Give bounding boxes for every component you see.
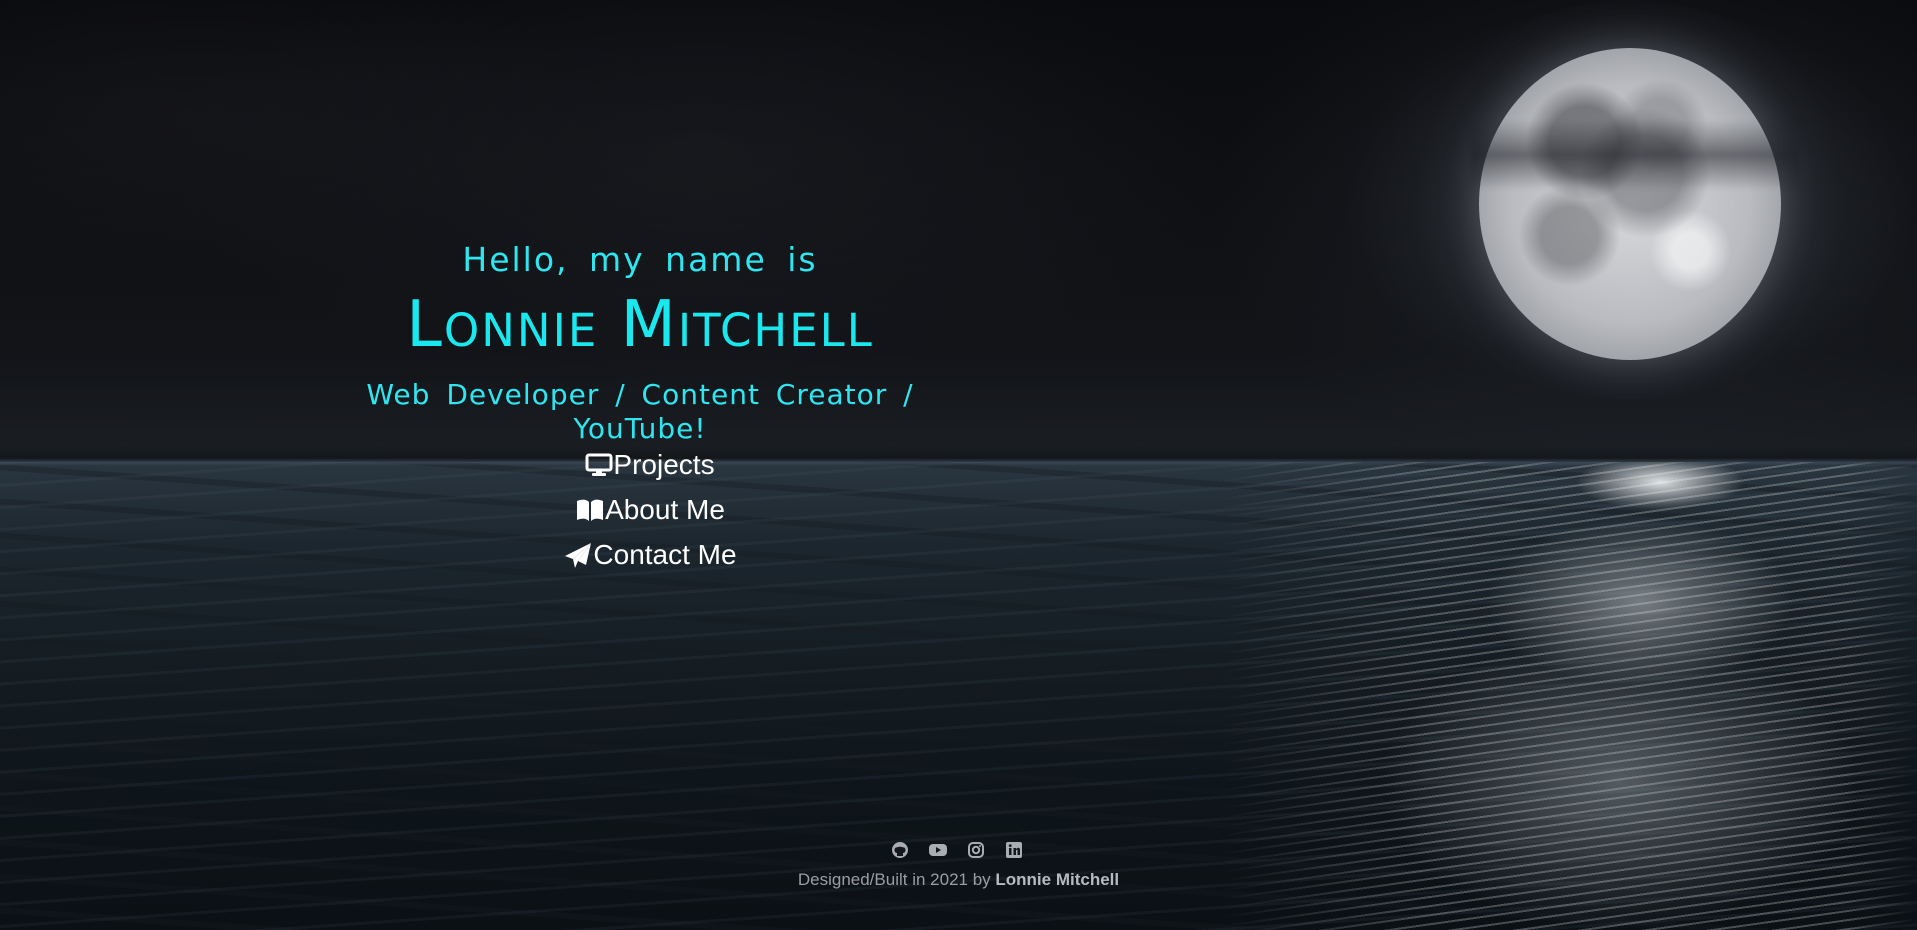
book-open-icon bbox=[575, 497, 605, 523]
linkedin-icon bbox=[1005, 841, 1023, 864]
instagram-link[interactable] bbox=[966, 841, 986, 864]
moon-image bbox=[1479, 48, 1781, 360]
nav-about-link[interactable]: About Me bbox=[575, 487, 725, 532]
background-scene: Hello, my name is Lonnie Mitchell Web De… bbox=[0, 0, 1917, 930]
footer-credit-name: Lonnie Mitchell bbox=[995, 870, 1120, 889]
nav-contact-label: Contact Me bbox=[593, 538, 737, 570]
hero-section: Hello, my name is Lonnie Mitchell Web De… bbox=[300, 240, 980, 446]
hero-name: Lonnie Mitchell bbox=[406, 288, 874, 362]
nav-contact-link[interactable]: Contact Me bbox=[563, 532, 737, 577]
hero-tagline: Web Developer / Content Creator / YouTub… bbox=[366, 378, 914, 445]
paper-plane-icon bbox=[563, 541, 593, 569]
hero-greeting: Hello, my name is bbox=[462, 240, 818, 279]
linkedin-link[interactable] bbox=[1004, 841, 1024, 864]
page-footer: Designed/Built in 2021 by Lonnie Mitchel… bbox=[0, 838, 1917, 890]
nav-about-label: About Me bbox=[605, 493, 725, 525]
github-icon bbox=[891, 841, 909, 864]
youtube-icon bbox=[928, 842, 948, 863]
social-links bbox=[0, 838, 1917, 866]
youtube-link[interactable] bbox=[928, 842, 948, 862]
footer-credit: Designed/Built in 2021 by Lonnie Mitchel… bbox=[0, 870, 1917, 890]
monitor-icon bbox=[585, 452, 613, 478]
main-nav: Projects About Me Contact Me bbox=[440, 442, 860, 577]
nav-projects-link[interactable]: Projects bbox=[585, 442, 715, 487]
footer-credit-prefix: Designed/Built in 2021 by bbox=[797, 870, 991, 889]
moon-cloud bbox=[1470, 120, 1800, 190]
horizon-line bbox=[0, 458, 1917, 466]
github-link[interactable] bbox=[890, 841, 910, 864]
instagram-icon bbox=[967, 841, 985, 864]
nav-projects-label: Projects bbox=[613, 448, 715, 480]
